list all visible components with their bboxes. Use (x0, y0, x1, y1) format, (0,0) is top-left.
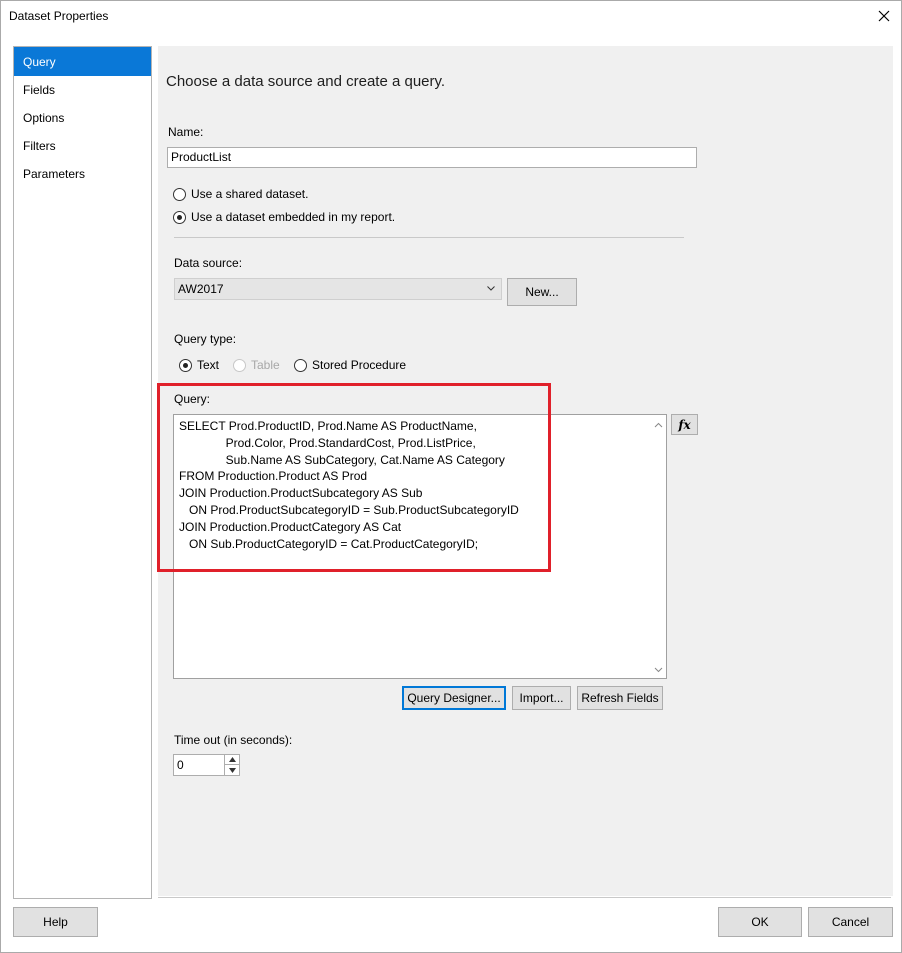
nav-item-parameters[interactable]: Parameters (14, 160, 151, 188)
embedded-dataset-option[interactable]: Use a dataset embedded in my report. (173, 210, 395, 224)
query-type-table-option: Table (233, 358, 280, 372)
query-designer-button[interactable]: Query Designer... (402, 686, 506, 710)
nav-item-fields[interactable]: Fields (14, 76, 151, 104)
query-type-table-label: Table (251, 358, 280, 372)
chevron-down-icon (487, 286, 495, 291)
spin-up-button[interactable] (225, 755, 239, 765)
query-type-text-option[interactable]: Text (179, 358, 219, 372)
query-page: Choose a data source and create a query.… (158, 46, 893, 896)
nav-item-filters[interactable]: Filters (14, 132, 151, 160)
properties-nav: Query Fields Options Filters Parameters (13, 46, 152, 899)
name-label: Name: (168, 125, 204, 139)
query-type-stored-procedure-option[interactable]: Stored Procedure (294, 358, 406, 372)
query-textarea[interactable]: SELECT Prod.ProductID, Prod.Name AS Prod… (173, 414, 667, 679)
title-bar: Dataset Properties (1, 1, 901, 31)
cancel-button[interactable]: Cancel (808, 907, 893, 937)
timeout-label: Time out (in seconds): (174, 733, 293, 747)
nav-item-options[interactable]: Options (14, 104, 151, 132)
query-type-stored-procedure-radio[interactable] (294, 358, 307, 372)
shared-dataset-radio[interactable] (173, 187, 186, 201)
help-button[interactable]: Help (13, 907, 98, 937)
window-title: Dataset Properties (9, 9, 109, 23)
query-type-stored-procedure-label: Stored Procedure (312, 358, 407, 372)
data-source-value: AW2017 (178, 282, 224, 296)
import-button[interactable]: Import... (512, 686, 571, 710)
close-button[interactable] (867, 1, 901, 31)
footer-divider (158, 897, 891, 898)
shared-dataset-label: Use a shared dataset. (191, 187, 309, 201)
timeout-stepper[interactable]: 0 (173, 754, 240, 776)
new-data-source-button[interactable]: New... (507, 278, 577, 306)
query-type-table-radio (233, 358, 246, 372)
query-type-label: Query type: (174, 332, 237, 346)
scroll-down-arrow-icon[interactable] (654, 665, 663, 674)
page-heading: Choose a data source and create a query. (166, 73, 446, 90)
data-source-dropdown[interactable]: AW2017 (174, 278, 502, 300)
spin-down-button[interactable] (225, 765, 239, 775)
query-type-text-label: Text (197, 358, 220, 372)
timeout-spin-buttons (224, 755, 239, 775)
scroll-up-arrow-icon[interactable] (654, 421, 663, 430)
data-source-label: Data source: (174, 256, 243, 270)
spin-down-icon (228, 767, 236, 773)
spin-up-icon (228, 757, 236, 762)
query-type-text-radio[interactable] (179, 358, 192, 372)
section-divider (174, 237, 684, 238)
embedded-dataset-radio[interactable] (173, 210, 186, 224)
refresh-fields-button[interactable]: Refresh Fields (577, 686, 663, 710)
query-label: Query: (174, 392, 211, 406)
close-icon (878, 10, 890, 22)
timeout-value[interactable]: 0 (177, 758, 184, 772)
shared-dataset-option[interactable]: Use a shared dataset. (173, 187, 308, 201)
name-field[interactable]: ProductList (167, 147, 697, 168)
dataset-properties-dialog: Dataset Properties Query Fields Options … (0, 0, 902, 953)
ok-button[interactable]: OK (718, 907, 802, 937)
embedded-dataset-label: Use a dataset embedded in my report. (191, 210, 396, 224)
query-text: SELECT Prod.ProductID, Prod.Name AS Prod… (179, 419, 519, 551)
nav-item-query[interactable]: Query (14, 47, 151, 76)
expression-button[interactable]: fx (671, 414, 698, 435)
